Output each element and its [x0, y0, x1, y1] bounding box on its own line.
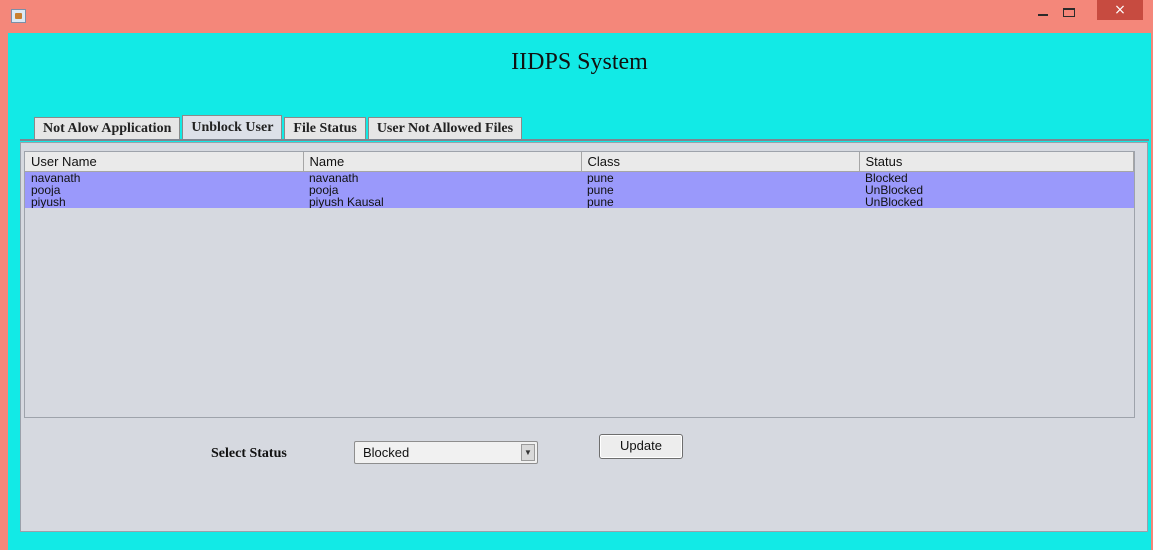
dropdown-arrow-icon[interactable]: ▼ — [521, 444, 535, 461]
maximize-icon[interactable] — [1063, 8, 1075, 17]
cell-status: UnBlocked — [859, 184, 1134, 196]
cell-class: pune — [581, 196, 859, 208]
cell-name: piyush Kausal — [303, 196, 581, 208]
column-header-user-name[interactable]: User Name — [25, 152, 304, 172]
cell-class: pune — [581, 171, 859, 184]
cell-user-name: navanath — [25, 171, 303, 184]
tab-divider — [20, 139, 1149, 141]
table-row[interactable]: pooja pooja pune UnBlocked — [25, 184, 1134, 196]
java-app-icon — [11, 9, 26, 23]
cell-name: pooja — [303, 184, 581, 196]
minimize-icon[interactable] — [1038, 14, 1048, 16]
status-dropdown[interactable]: Blocked ▼ — [354, 441, 538, 464]
select-status-label: Select Status — [211, 446, 287, 461]
table-row[interactable]: navanath navanath pune Blocked — [25, 171, 1134, 184]
app-title: IIDPS System — [511, 49, 648, 75]
close-icon[interactable]: × — [1097, 0, 1143, 20]
app-frame: IIDPS System Not Alow Application Unbloc… — [8, 33, 1151, 550]
cell-class: pune — [581, 184, 859, 196]
cell-name: navanath — [303, 171, 581, 184]
tab-user-not-allowed-files[interactable]: User Not Allowed Files — [367, 117, 523, 140]
cell-user-name: piyush — [25, 196, 303, 208]
table-row[interactable]: piyush piyush Kausal pune UnBlocked — [25, 196, 1134, 208]
users-table-container[interactable]: User Name Name Class Status navanath nav… — [24, 151, 1135, 418]
table-header-row: User Name Name Class Status — [25, 152, 1134, 172]
tab-not-alow-application[interactable]: Not Alow Application — [34, 117, 181, 140]
column-header-name[interactable]: Name — [303, 152, 582, 172]
tab-bar: Not Alow Application Unblock User File S… — [34, 115, 524, 141]
column-header-class[interactable]: Class — [581, 152, 860, 172]
users-table: User Name Name Class Status navanath nav… — [25, 152, 1134, 208]
update-button[interactable]: Update — [599, 434, 683, 459]
window-titlebar: × — [0, 0, 1153, 33]
tab-file-status[interactable]: File Status — [284, 117, 366, 140]
status-dropdown-value: Blocked — [363, 445, 410, 460]
cell-user-name: pooja — [25, 184, 303, 196]
tab-unblock-user[interactable]: Unblock User — [182, 115, 283, 140]
unblock-user-panel: User Name Name Class Status navanath nav… — [20, 142, 1148, 532]
cell-status: Blocked — [859, 171, 1134, 184]
cell-status: UnBlocked — [859, 196, 1134, 208]
column-header-status[interactable]: Status — [859, 152, 1134, 172]
